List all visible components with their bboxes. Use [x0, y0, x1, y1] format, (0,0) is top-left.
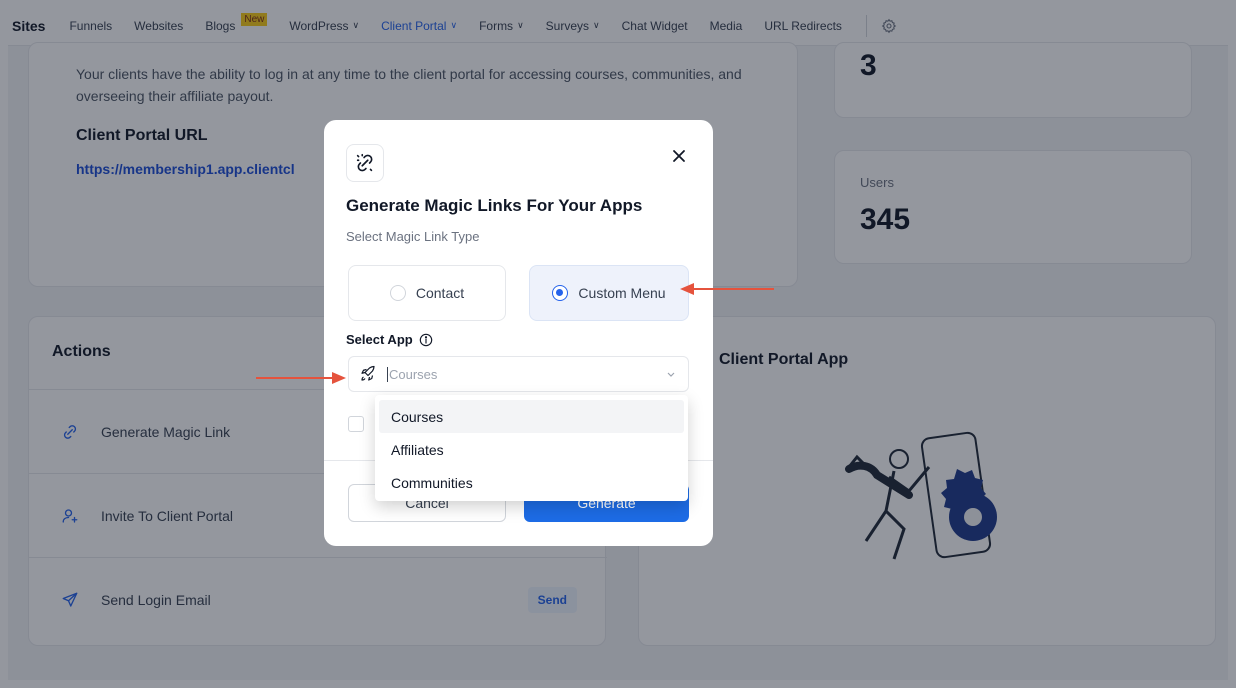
info-icon[interactable] — [419, 333, 433, 347]
custom-menu-radio[interactable] — [552, 285, 569, 301]
select-app-placeholder: Courses — [387, 366, 438, 382]
magic-link-icon — [356, 153, 373, 172]
annotation-arrow-right — [256, 372, 346, 384]
rocket-icon — [361, 365, 375, 381]
annotation-arrow-left — [680, 283, 774, 295]
dropdown-option-communities[interactable]: Communities — [379, 466, 684, 499]
type-option-label: Contact — [415, 285, 465, 301]
modal-title: Generate Magic Links For Your Apps — [346, 196, 643, 215]
modal-subtitle: Select Magic Link Type — [346, 229, 480, 244]
dropdown-option-affiliates[interactable]: Affiliates — [379, 433, 684, 466]
select-app-input[interactable]: Courses — [348, 356, 689, 392]
type-option-label: Custom Menu — [578, 285, 666, 301]
chevron-down-icon[interactable] — [666, 369, 676, 379]
type-option-custom-menu[interactable]: Custom Menu — [529, 265, 689, 321]
dropdown-option-courses[interactable]: Courses — [379, 400, 684, 433]
magic-link-logo — [346, 144, 384, 182]
close-icon[interactable] — [671, 148, 687, 164]
type-option-contact[interactable]: Contact — [348, 265, 506, 321]
select-app-dropdown: Courses Affiliates Communities — [375, 395, 688, 501]
option-checkbox[interactable] — [348, 416, 364, 432]
contact-radio[interactable] — [389, 285, 406, 301]
select-app-label: Select App — [346, 332, 433, 347]
